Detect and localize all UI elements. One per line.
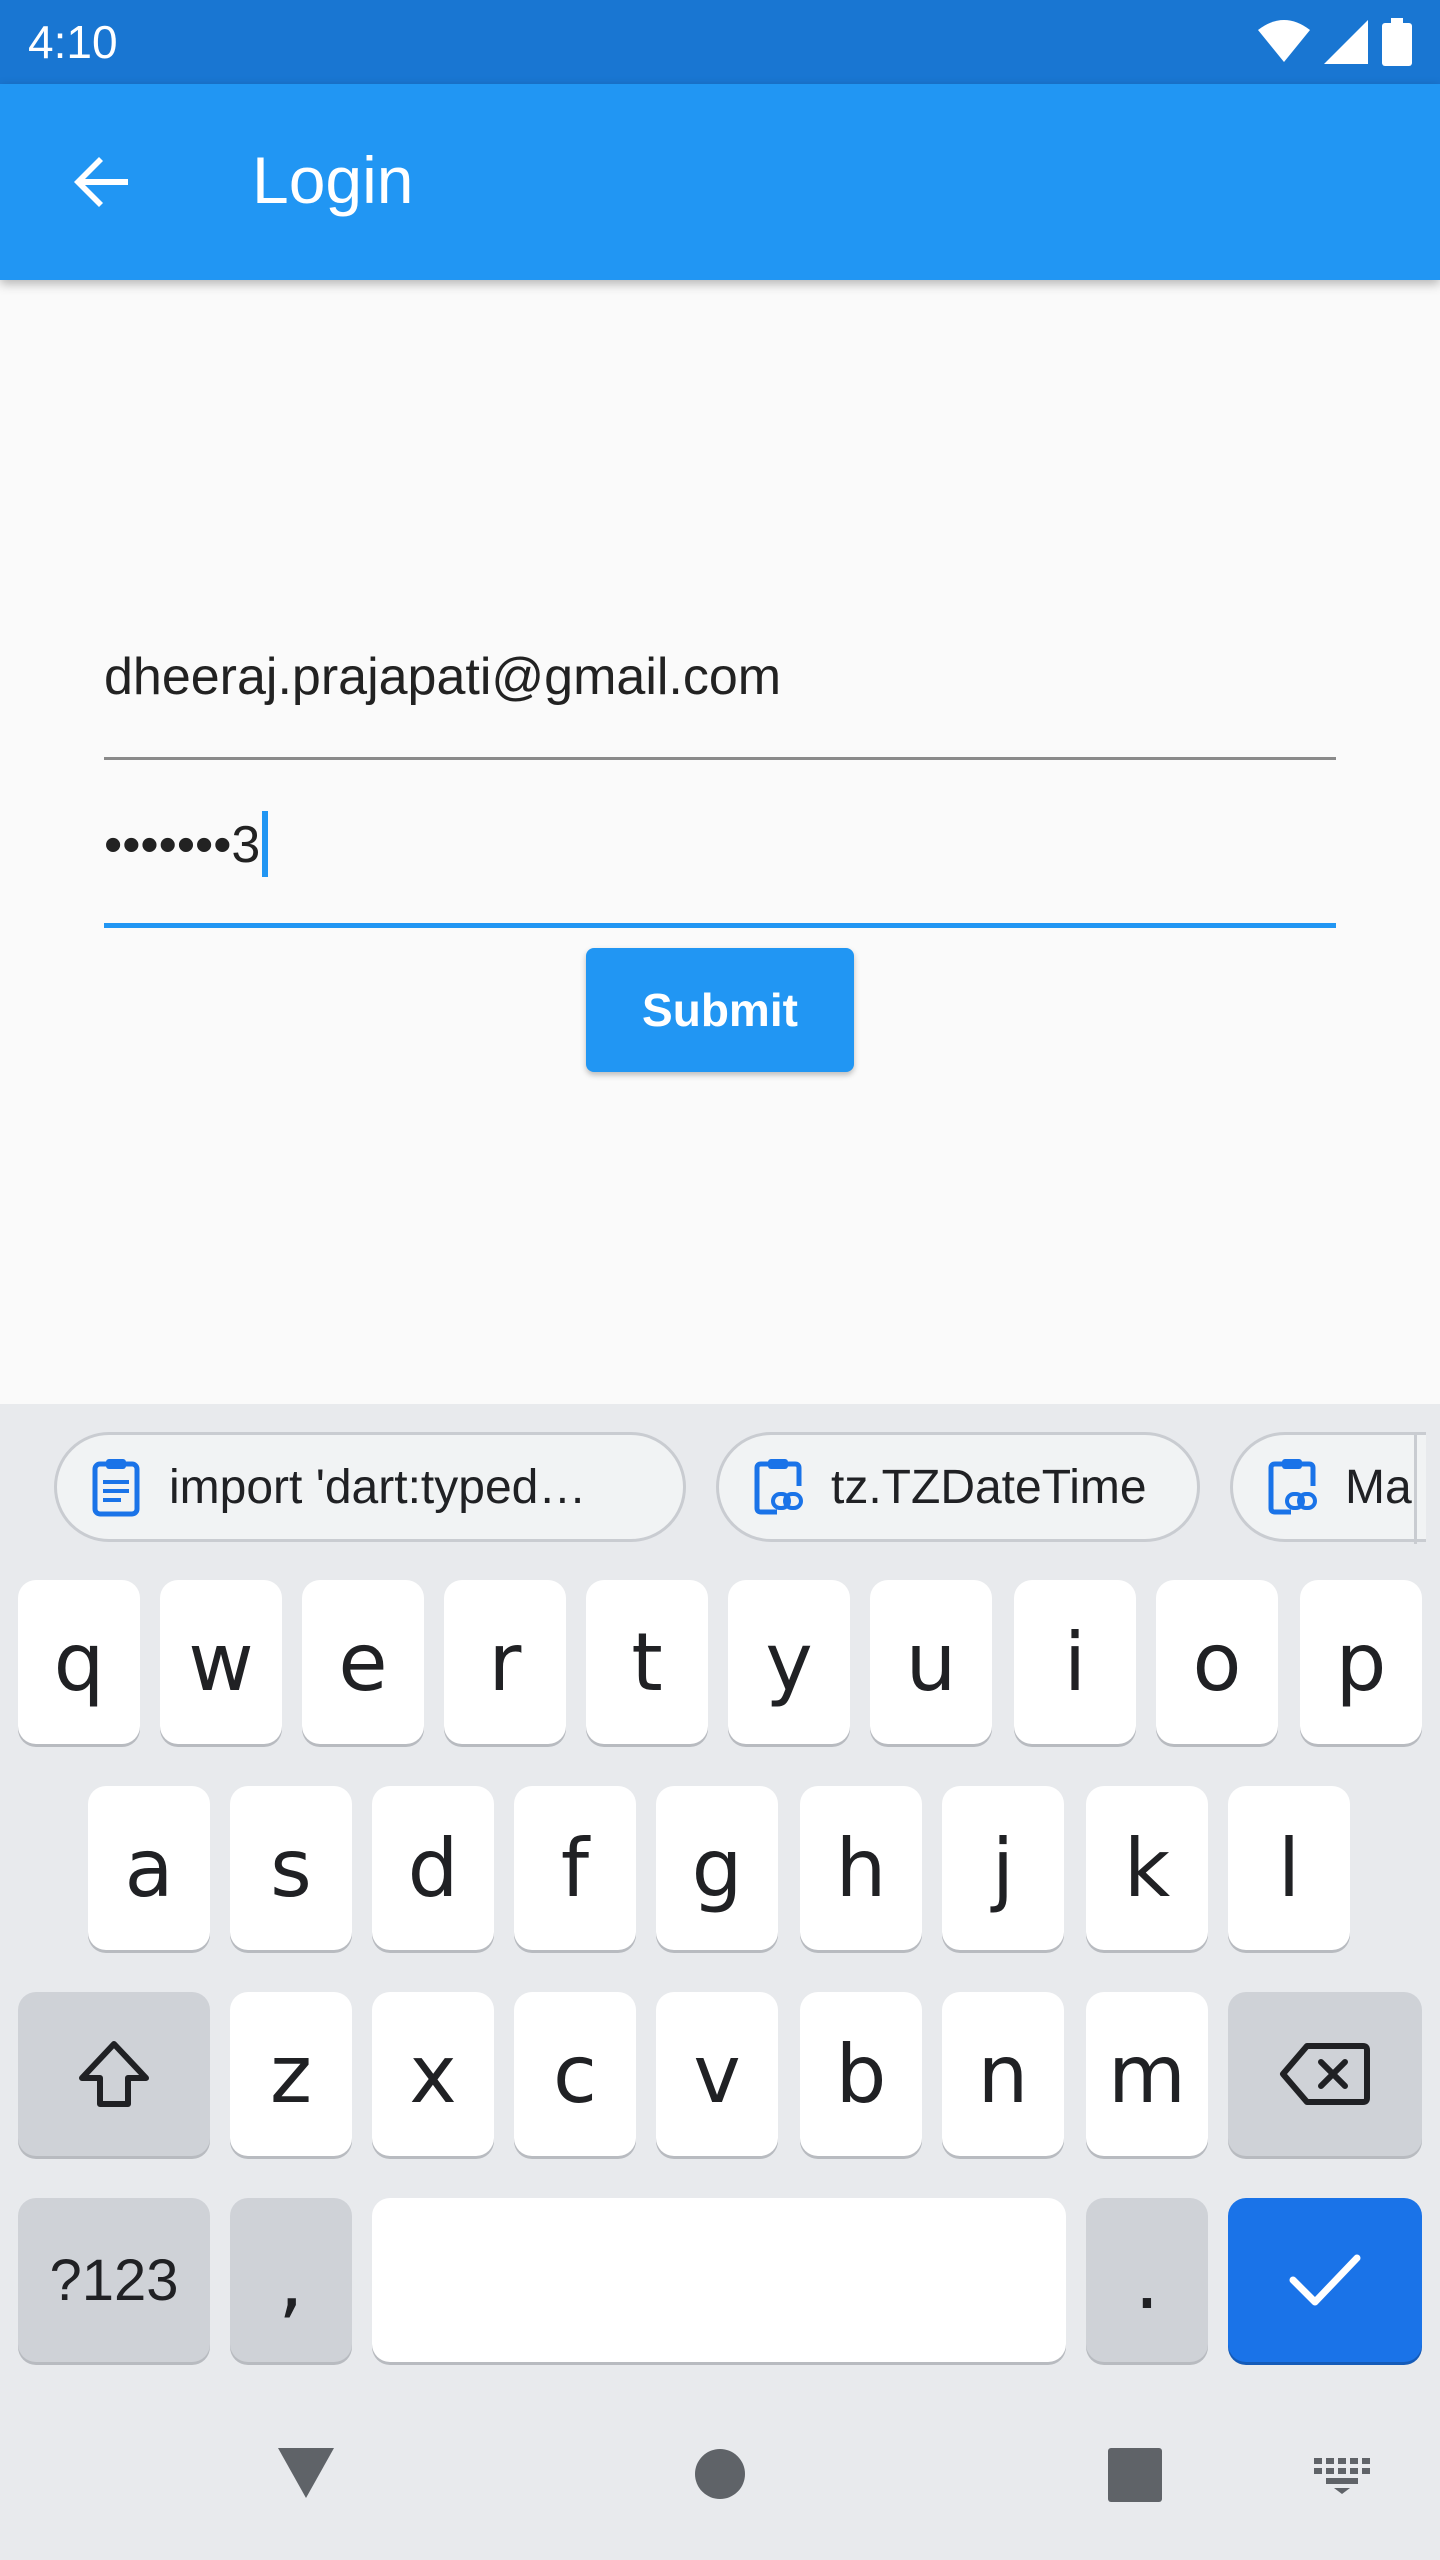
key-z[interactable]: z — [230, 1992, 352, 2156]
key-j[interactable]: j — [942, 1786, 1064, 1950]
key-h[interactable]: h — [800, 1786, 922, 1950]
key-a[interactable]: a — [88, 1786, 210, 1950]
status-icons — [1258, 16, 1412, 68]
key-p[interactable]: p — [1300, 1580, 1422, 1744]
clipboard-icon — [92, 1459, 140, 1517]
clipboard-chip-label: tz.TZDateTime — [831, 1460, 1147, 1514]
check-icon — [1289, 2254, 1361, 2306]
clipboard-chip-label: Ma — [1345, 1460, 1412, 1514]
status-bar: 4:10 — [0, 0, 1440, 84]
shift-icon — [79, 2041, 149, 2107]
key-g[interactable]: g — [656, 1786, 778, 1950]
signal-icon — [1324, 20, 1368, 64]
nav-home-icon[interactable] — [694, 2448, 746, 2500]
done-key[interactable] — [1228, 2198, 1422, 2362]
key-o[interactable]: o — [1156, 1580, 1278, 1744]
key-v[interactable]: v — [656, 1992, 778, 2156]
page-title: Login — [252, 143, 414, 217]
text-cursor — [262, 811, 269, 878]
battery-icon — [1382, 18, 1412, 66]
clipboard-link-icon — [754, 1459, 803, 1515]
key-y[interactable]: y — [728, 1580, 850, 1744]
password-value-wrap: •••••••3 — [104, 808, 269, 882]
navigation-bar — [0, 2400, 1440, 2560]
key-d[interactable]: d — [372, 1786, 494, 1950]
key-w[interactable]: w — [160, 1580, 282, 1744]
divider — [1414, 1434, 1417, 1544]
clipboard-link-icon — [1268, 1459, 1317, 1515]
key-t[interactable]: t — [586, 1580, 708, 1744]
clipboard-chip-label: import 'dart:typed… — [169, 1460, 587, 1514]
back-button[interactable] — [54, 134, 150, 230]
key-u[interactable]: u — [870, 1580, 992, 1744]
clipboard-chip[interactable]: Ma — [1230, 1432, 1426, 1542]
email-field[interactable]: dheeraj.prajapati@gmail.com — [104, 620, 1336, 760]
key-e[interactable]: e — [302, 1580, 424, 1744]
wifi-icon — [1258, 20, 1310, 62]
key-i[interactable]: i — [1014, 1580, 1136, 1744]
key-r[interactable]: r — [444, 1580, 566, 1744]
email-value: dheeraj.prajapati@gmail.com — [104, 648, 782, 706]
shift-key[interactable] — [18, 1992, 210, 2156]
space-key[interactable] — [372, 2198, 1066, 2362]
key-k[interactable]: k — [1086, 1786, 1208, 1950]
key-f[interactable]: f — [514, 1786, 636, 1950]
key-x[interactable]: x — [372, 1992, 494, 2156]
period-key[interactable]: . — [1086, 2198, 1208, 2362]
backspace-key[interactable] — [1228, 1992, 1422, 2156]
key-n[interactable]: n — [942, 1992, 1064, 2156]
keyboard: import 'dart:typed… tz.TZDateTime Ma q w… — [0, 1404, 1440, 2560]
symbols-key[interactable]: ?123 — [18, 2198, 210, 2362]
status-time: 4:10 — [28, 16, 118, 68]
nav-back-icon[interactable] — [274, 2444, 338, 2502]
keyboard-switch-icon[interactable] — [1314, 2458, 1370, 2494]
backspace-icon — [1280, 2043, 1370, 2105]
clipboard-chip[interactable]: import 'dart:typed… — [54, 1432, 686, 1542]
key-b[interactable]: b — [800, 1992, 922, 2156]
app-bar: Login — [0, 84, 1440, 280]
comma-key[interactable]: , — [230, 2198, 352, 2362]
clipboard-chip[interactable]: tz.TZDateTime — [716, 1432, 1200, 1542]
arrow-back-icon — [74, 157, 128, 207]
key-m[interactable]: m — [1086, 1992, 1208, 2156]
nav-recents-icon[interactable] — [1108, 2448, 1162, 2502]
submit-button[interactable]: Submit — [586, 948, 854, 1072]
key-c[interactable]: c — [514, 1992, 636, 2156]
key-s[interactable]: s — [230, 1786, 352, 1950]
clipboard-suggestions: import 'dart:typed… tz.TZDateTime Ma — [0, 1424, 1440, 1544]
key-l[interactable]: l — [1228, 1786, 1350, 1950]
password-field[interactable]: •••••••3 — [104, 786, 1336, 928]
key-q[interactable]: q — [18, 1580, 140, 1744]
password-value: •••••••3 — [104, 816, 261, 874]
